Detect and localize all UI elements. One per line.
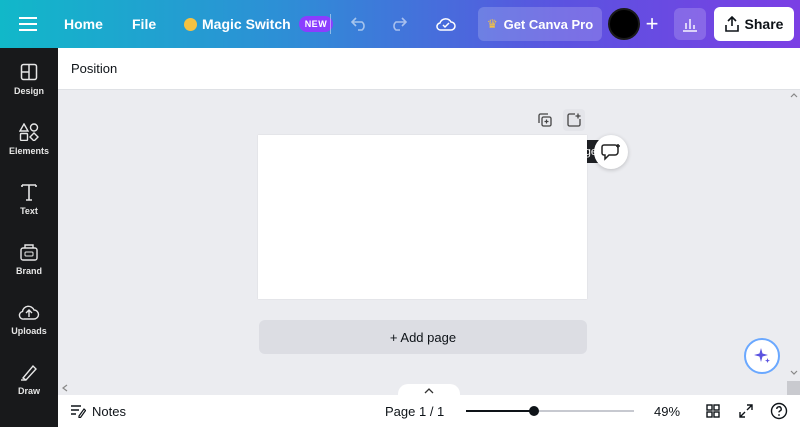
fullscreen-icon[interactable]: [739, 395, 753, 427]
position-button[interactable]: Position: [71, 61, 117, 76]
redo-icon[interactable]: [386, 12, 410, 36]
notes-label: Notes: [92, 403, 126, 419]
brand-icon: [20, 243, 38, 261]
chevron-up-icon: [424, 388, 434, 394]
add-page-button[interactable]: + Add page: [259, 320, 587, 354]
shapes-icon: [19, 122, 39, 141]
sidebar-item-label: Brand: [15, 265, 42, 276]
sidebar: Design Elements Text Brand Uploads Draw: [0, 48, 58, 427]
vertical-scrollbar[interactable]: [788, 90, 800, 395]
magic-switch-button[interactable]: Magic Switch NEW: [184, 0, 334, 48]
new-badge: NEW: [298, 16, 334, 32]
home-button[interactable]: Home: [64, 0, 103, 48]
sidebar-item-label: Draw: [17, 385, 40, 396]
layout-icon: [20, 63, 38, 80]
sidebar-item-brand[interactable]: Brand: [0, 230, 58, 288]
sidebar-item-design[interactable]: Design: [0, 50, 58, 108]
text-icon: [21, 183, 37, 201]
sidebar-item-label: Text: [20, 205, 38, 216]
sidebar-item-label: Elements: [8, 145, 50, 156]
sidebar-item-label: Uploads: [11, 325, 47, 336]
file-menu-button[interactable]: File: [132, 0, 156, 48]
get-canva-pro-button[interactable]: ♛ Get Canva Pro: [478, 7, 602, 41]
get-pro-label: Get Canva Pro: [503, 16, 594, 32]
avatar[interactable]: [608, 8, 640, 40]
top-bar: Home File Magic Switch NEW ♛ Get Canva P…: [0, 0, 800, 48]
design-page[interactable]: [258, 135, 587, 299]
add-comment-icon[interactable]: [594, 135, 628, 169]
magic-assistant-button[interactable]: [744, 338, 780, 374]
bar-chart-icon: [683, 19, 697, 32]
page-indicator[interactable]: Page 1 / 1: [385, 395, 444, 427]
cloud-save-icon[interactable]: [434, 12, 458, 36]
menu-icon[interactable]: [16, 0, 40, 48]
grid-view-icon[interactable]: [706, 395, 720, 427]
crown-icon: ♛: [486, 17, 498, 31]
sidebar-item-elements[interactable]: Elements: [0, 110, 58, 168]
sidebar-item-label: Design: [13, 85, 44, 96]
sidebar-item-text[interactable]: Text: [0, 170, 58, 228]
crown-icon: [184, 17, 197, 31]
footer-bar: Notes Page 1 / 1 49%: [58, 395, 800, 427]
sidebar-item-uploads[interactable]: Uploads: [0, 290, 58, 348]
share-label: Share: [744, 16, 784, 32]
zoom-slider-handle[interactable]: [529, 406, 539, 416]
zoom-slider[interactable]: [466, 406, 634, 416]
analytics-button[interactable]: [674, 8, 706, 40]
share-button[interactable]: Share: [714, 7, 794, 41]
notes-icon: [71, 405, 86, 418]
share-icon: [724, 16, 739, 32]
canvas-workspace: Add page + Add page: [58, 90, 800, 398]
sidebar-item-draw[interactable]: Draw: [0, 350, 58, 408]
undo-icon[interactable]: [348, 12, 372, 36]
sparkle-icon: [754, 348, 770, 363]
add-member-icon[interactable]: +: [640, 11, 664, 36]
draw-icon: [21, 364, 37, 381]
duplicate-page-icon[interactable]: [534, 109, 556, 131]
zoom-slider-fill: [466, 410, 534, 412]
divider: [330, 14, 331, 34]
upload-icon: [18, 305, 40, 320]
zoom-level[interactable]: 49%: [654, 395, 680, 427]
notes-button[interactable]: Notes: [70, 395, 126, 427]
help-icon[interactable]: [770, 395, 788, 427]
magic-switch-label: Magic Switch: [202, 16, 291, 32]
add-page-icon[interactable]: [563, 109, 585, 131]
context-toolbar: Position: [58, 48, 800, 90]
